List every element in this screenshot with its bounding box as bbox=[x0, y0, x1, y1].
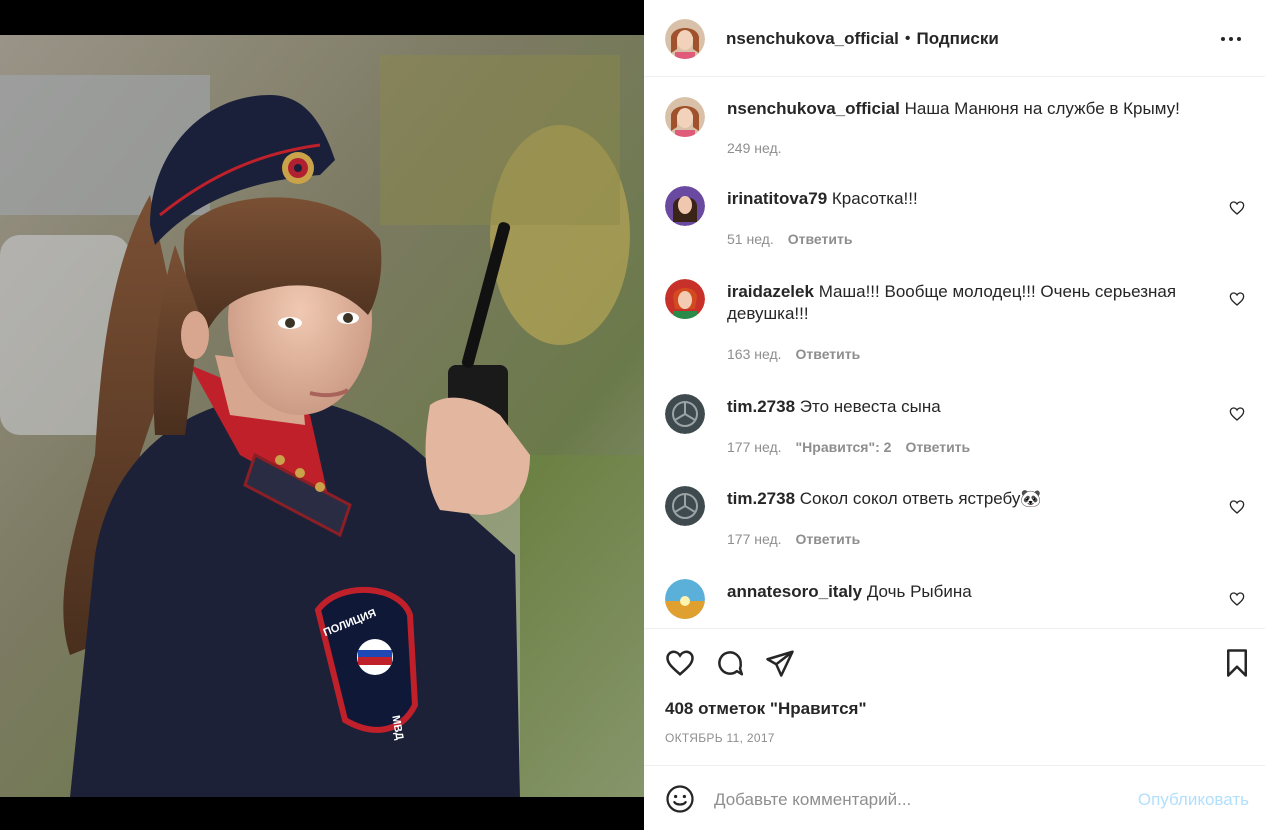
comment-item: irinatitova79 Красотка!!! 51 нед. Ответи… bbox=[665, 186, 1245, 247]
comment-text: Сокол сокол ответь ястребу🐼 bbox=[799, 489, 1042, 508]
publish-button[interactable]: Опубликовать bbox=[1138, 790, 1249, 810]
comment-age[interactable]: 163 нед. bbox=[727, 346, 782, 362]
commenter-avatar[interactable] bbox=[665, 486, 705, 526]
commenter-avatar[interactable] bbox=[665, 394, 705, 434]
comment-age[interactable]: 177 нед. bbox=[727, 531, 782, 547]
comment-body: tim.2738 Сокол сокол ответь ястребу🐼 bbox=[727, 488, 1197, 510]
send-icon[interactable] bbox=[765, 648, 795, 678]
likes-count[interactable]: 408 отметок "Нравится" bbox=[665, 699, 867, 719]
comment-meta: 163 нед. Ответить bbox=[727, 346, 860, 362]
comment-username[interactable]: tim.2738 bbox=[727, 397, 795, 416]
comment-username[interactable]: iraidazelek bbox=[727, 282, 814, 301]
comment-text: Это невеста сына bbox=[799, 397, 941, 416]
author-avatar[interactable] bbox=[665, 18, 705, 59]
comment-like-heart-icon[interactable] bbox=[1229, 200, 1245, 216]
comment-body: irinatitova79 Красотка!!! bbox=[727, 188, 1197, 210]
comment-meta: 177 нед. "Нравится": 2 Ответить bbox=[727, 439, 970, 455]
comment-text: Красотка!!! bbox=[831, 189, 918, 208]
caption-text: Наша Манюня на службе в Крыму! bbox=[904, 99, 1180, 118]
comment-body: tim.2738 Это невеста сына bbox=[727, 396, 1197, 418]
comment-icon[interactable] bbox=[715, 648, 745, 678]
comment-username[interactable]: tim.2738 bbox=[727, 489, 795, 508]
comment-body: annatesoro_italy Дочь Рыбина bbox=[727, 581, 1197, 603]
comments-list[interactable]: nsenchukova_official Наша Манюня на служ… bbox=[644, 78, 1265, 628]
comment-item: annatesoro_italy Дочь Рыбина bbox=[665, 579, 1245, 628]
commenter-avatar[interactable] bbox=[665, 186, 705, 226]
comment-body: iraidazelek Маша!!! Вообще молодец!!! Оч… bbox=[727, 281, 1197, 325]
comment-like-heart-icon[interactable] bbox=[1229, 406, 1245, 422]
comment-like-heart-icon[interactable] bbox=[1229, 591, 1245, 607]
caption-age[interactable]: 249 нед. bbox=[727, 140, 782, 156]
caption: nsenchukova_official Наша Манюня на служ… bbox=[665, 97, 1245, 157]
comment-likes-count[interactable]: "Нравится": 2 bbox=[796, 439, 892, 455]
author-avatar[interactable] bbox=[665, 97, 705, 137]
comment-like-heart-icon[interactable] bbox=[1229, 499, 1245, 515]
caption-meta: 249 нед. bbox=[727, 140, 782, 156]
heart-icon[interactable] bbox=[665, 648, 695, 678]
caption-username[interactable]: nsenchukova_official bbox=[727, 99, 900, 118]
author-username[interactable]: nsenchukova_official bbox=[726, 29, 899, 49]
photo-pane: ПОЛИЦИЯ МВД bbox=[0, 0, 644, 830]
comment-username[interactable]: irinatitova79 bbox=[727, 189, 827, 208]
reply-button[interactable]: Ответить bbox=[796, 346, 861, 362]
comment-text: Дочь Рыбина bbox=[866, 582, 972, 601]
comment-input[interactable] bbox=[714, 786, 1114, 814]
bookmark-icon[interactable] bbox=[1222, 648, 1252, 678]
comment-age[interactable]: 51 нед. bbox=[727, 231, 774, 247]
reply-button[interactable]: Ответить bbox=[905, 439, 970, 455]
comment-meta: 177 нед. Ответить bbox=[727, 531, 860, 547]
comment-meta: 51 нед. Ответить bbox=[727, 231, 852, 247]
instagram-post-modal: ПОЛИЦИЯ МВД nsenchukova_official • Подпи… bbox=[0, 0, 1265, 830]
caption-body: nsenchukova_official Наша Манюня на служ… bbox=[727, 98, 1197, 120]
comment-item: tim.2738 Это невеста сына 177 нед. "Нрав… bbox=[665, 394, 1245, 455]
post-date[interactable]: ОКТЯБРЬ 11, 2017 bbox=[665, 731, 775, 745]
emoji-icon[interactable] bbox=[665, 784, 695, 814]
post-actions: 408 отметок "Нравится" ОКТЯБРЬ 11, 2017 bbox=[644, 628, 1265, 765]
commenter-avatar[interactable] bbox=[665, 579, 705, 619]
commenter-avatar[interactable] bbox=[665, 279, 705, 319]
post-photo: ПОЛИЦИЯ МВД bbox=[0, 35, 644, 797]
more-horizontal-icon[interactable] bbox=[1219, 29, 1243, 49]
header-separator: • bbox=[904, 29, 911, 47]
comment-item: iraidazelek Маша!!! Вообще молодец!!! Оч… bbox=[665, 279, 1245, 369]
add-comment-bar: Опубликовать bbox=[644, 765, 1265, 830]
reply-button[interactable]: Ответить bbox=[788, 231, 853, 247]
post-side-panel: nsenchukova_official • Подписки nsenchuk… bbox=[644, 0, 1265, 830]
comment-like-heart-icon[interactable] bbox=[1229, 291, 1245, 307]
following-button[interactable]: Подписки bbox=[917, 29, 999, 49]
comment-age[interactable]: 177 нед. bbox=[727, 439, 782, 455]
post-header: nsenchukova_official • Подписки bbox=[644, 1, 1265, 77]
comment-username[interactable]: annatesoro_italy bbox=[727, 582, 862, 601]
comment-item: tim.2738 Сокол сокол ответь ястребу🐼 177… bbox=[665, 486, 1245, 547]
reply-button[interactable]: Ответить bbox=[796, 531, 861, 547]
